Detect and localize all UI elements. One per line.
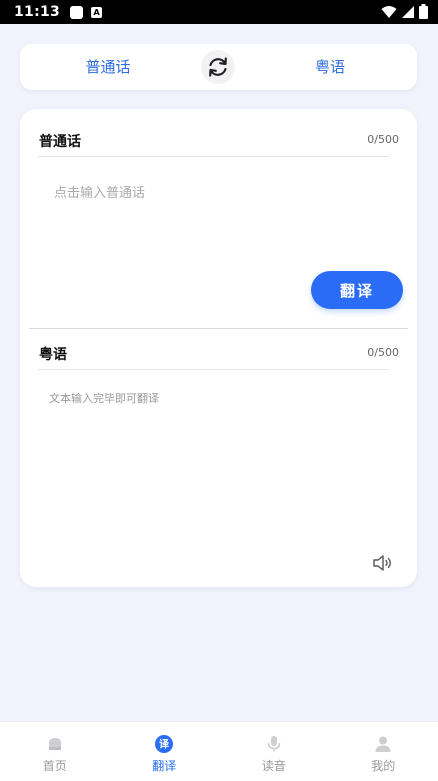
section-divider — [29, 328, 408, 329]
speaker-icon[interactable] — [372, 553, 394, 573]
translation-card: 普通话 0/500 点击输入普通话 翻译 粤语 0/500 文本输入完毕即可翻译 — [20, 109, 417, 587]
wifi-icon — [381, 5, 397, 19]
nav-item-pronunciation[interactable]: 读音 — [219, 722, 329, 781]
language-switch-bar: 普通话 粤语 — [20, 44, 417, 90]
output-char-count: 0/500 — [367, 346, 399, 359]
translation-result-text: 文本输入完毕即可翻译 — [49, 390, 159, 406]
notification-letter-icon: A — [91, 7, 102, 18]
status-indicators — [381, 4, 428, 19]
notification-icon — [70, 6, 83, 19]
home-icon — [46, 735, 64, 753]
swap-language-button[interactable] — [201, 50, 235, 84]
output-title-underline — [38, 369, 389, 370]
output-section-title: 粤语 — [39, 344, 67, 364]
swap-icon — [206, 55, 230, 79]
microphone-icon — [265, 735, 283, 753]
input-char-count: 0/500 — [367, 133, 399, 146]
nav-label: 翻译 — [152, 757, 176, 774]
profile-icon — [374, 735, 392, 753]
battery-icon — [419, 4, 428, 19]
status-bar: 11:13 A — [0, 0, 438, 24]
translate-icon-glyph: 译 — [159, 738, 170, 751]
input-section-title: 普通话 — [39, 131, 81, 151]
bottom-navigation: 首页 译 翻译 读音 我的 — [0, 721, 438, 781]
target-language-button[interactable]: 粤语 — [270, 44, 390, 90]
nav-label: 首页 — [43, 757, 67, 774]
nav-item-home[interactable]: 首页 — [0, 722, 110, 781]
source-language-button[interactable]: 普通话 — [48, 44, 168, 90]
source-text-input[interactable]: 点击输入普通话 — [54, 182, 145, 201]
nav-item-profile[interactable]: 我的 — [329, 722, 438, 781]
translate-button[interactable]: 翻译 — [311, 271, 403, 309]
input-title-underline — [38, 156, 389, 157]
nav-label: 我的 — [371, 757, 395, 774]
nav-item-translate[interactable]: 译 翻译 — [110, 722, 220, 781]
translate-icon: 译 — [155, 735, 173, 753]
status-time: 11:13 — [14, 4, 60, 20]
nav-label: 读音 — [262, 757, 286, 774]
signal-icon — [401, 5, 415, 19]
